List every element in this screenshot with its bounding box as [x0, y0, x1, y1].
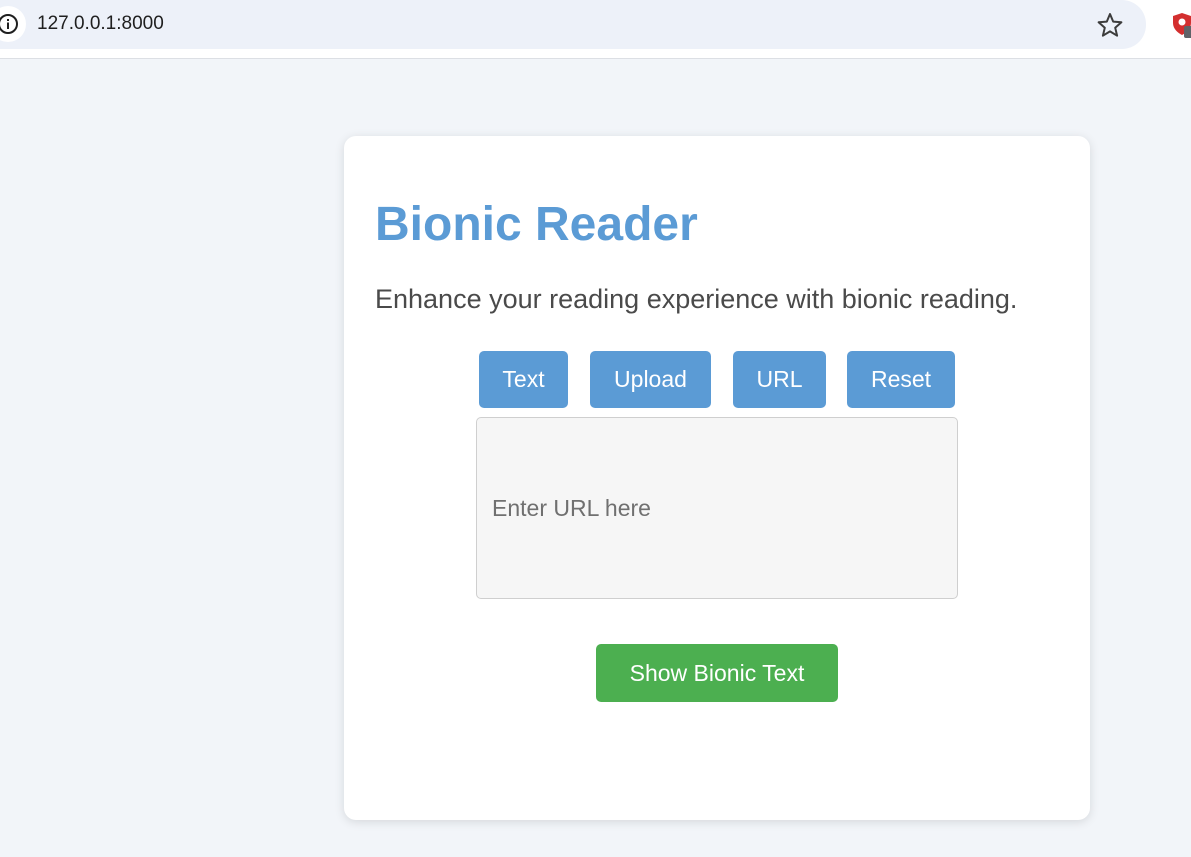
shield-extension-icon[interactable]: [1172, 10, 1191, 38]
text-mode-button[interactable]: Text: [479, 351, 568, 408]
page-title: Bionic Reader: [375, 198, 698, 251]
page-subtitle: Enhance your reading experience with bio…: [375, 284, 1018, 314]
url-text[interactable]: 127.0.0.1:8000: [37, 13, 164, 35]
url-input[interactable]: [476, 417, 958, 599]
upload-mode-button[interactable]: Upload: [590, 351, 711, 408]
star-icon[interactable]: [1096, 11, 1124, 39]
show-bionic-text-button[interactable]: Show Bionic Text: [596, 644, 838, 702]
browser-toolbar: 127.0.0.1:8000: [0, 0, 1191, 59]
address-bar[interactable]: 127.0.0.1:8000: [0, 0, 1146, 49]
info-icon[interactable]: [0, 6, 26, 42]
bionic-reader-card: Bionic Reader Enhance your reading exper…: [344, 136, 1090, 820]
url-mode-button[interactable]: URL: [733, 351, 826, 408]
reset-button[interactable]: Reset: [847, 351, 955, 408]
